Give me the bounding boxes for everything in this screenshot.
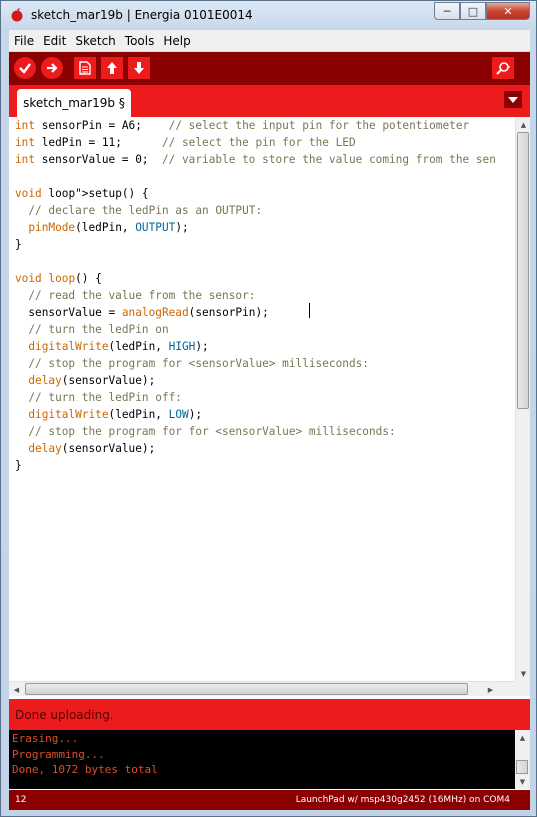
close-icon: ✕ <box>503 4 513 18</box>
scroll-corner <box>515 681 530 696</box>
minimize-icon: ─ <box>443 4 451 18</box>
minimize-button[interactable]: ─ <box>434 2 460 20</box>
board-info: LaunchPad w/ msp430g2452 (16MHz) on COM4 <box>295 795 510 805</box>
window-title: sketch_mar19b | Energia 0101E0014 <box>31 8 253 22</box>
vertical-scroll-thumb[interactable] <box>517 132 529 409</box>
code-editor[interactable]: int sensorPin = A6; // select the input … <box>9 117 515 681</box>
editor-vertical-scrollbar[interactable]: ▲ ▼ <box>515 117 530 681</box>
client-area: File Edit Sketch Tools Help sketch_mar19… <box>9 30 530 810</box>
console-text: Erasing... Programming... Done, 1072 byt… <box>12 732 158 776</box>
line-number: 12 <box>15 795 27 805</box>
menu-file[interactable]: File <box>10 34 38 48</box>
code-text[interactable]: int sensorPin = A6; // select the input … <box>15 117 496 474</box>
menu-bar: File Edit Sketch Tools Help <box>9 30 530 52</box>
window-controls: ─ □ ✕ <box>434 2 530 21</box>
text-caret <box>309 303 310 318</box>
editor-horizontal-scrollbar[interactable]: ◀ ▶ <box>9 681 515 696</box>
footer-bar: 12 LaunchPad w/ msp430g2452 (16MHz) on C… <box>9 790 530 810</box>
arrow-right-icon <box>47 63 58 73</box>
menu-edit[interactable]: Edit <box>39 34 70 48</box>
maximize-icon: □ <box>467 4 479 18</box>
tab-menu-button[interactable] <box>504 91 522 108</box>
application-window: sketch_mar19b | Energia 0101E0014 ─ □ ✕ … <box>0 0 537 817</box>
check-icon <box>19 63 31 74</box>
verify-button[interactable] <box>14 57 36 79</box>
tab-bar: sketch_mar19b § <box>9 85 530 117</box>
energia-logo-icon <box>11 8 23 22</box>
toolbar <box>9 52 530 85</box>
open-button[interactable] <box>101 57 123 79</box>
status-message: Done uploading. <box>15 707 114 722</box>
horizontal-scroll-thumb[interactable] <box>25 683 468 695</box>
console-scrollbar[interactable]: ▲ ▼ <box>515 730 530 789</box>
console-scroll-down-icon[interactable]: ▼ <box>515 774 530 789</box>
new-button[interactable] <box>74 57 96 79</box>
console-output[interactable]: Erasing... Programming... Done, 1072 byt… <box>9 730 515 789</box>
scroll-right-icon[interactable]: ▶ <box>483 682 498 697</box>
tab-label: sketch_mar19b § <box>23 96 125 110</box>
status-bar: Done uploading. <box>9 699 530 730</box>
scroll-up-icon[interactable]: ▲ <box>516 117 531 132</box>
save-button[interactable] <box>128 57 150 79</box>
console-scroll-thumb[interactable] <box>516 760 528 774</box>
arrow-down-icon <box>134 62 144 74</box>
menu-tools[interactable]: Tools <box>121 34 159 48</box>
scroll-down-icon[interactable]: ▼ <box>516 666 531 681</box>
triangle-down-icon <box>508 96 518 103</box>
title-bar: sketch_mar19b | Energia 0101E0014 ─ □ ✕ <box>1 1 536 30</box>
magnifier-icon <box>496 62 510 75</box>
new-file-icon <box>79 61 91 75</box>
upload-button[interactable] <box>41 57 63 79</box>
menu-sketch[interactable]: Sketch <box>71 34 119 48</box>
scroll-left-icon[interactable]: ◀ <box>9 682 24 697</box>
tab-sketch[interactable]: sketch_mar19b § <box>17 89 131 117</box>
serial-monitor-button[interactable] <box>492 57 514 79</box>
menu-help[interactable]: Help <box>159 34 194 48</box>
maximize-button[interactable]: □ <box>460 2 486 20</box>
close-button[interactable]: ✕ <box>486 2 530 20</box>
arrow-up-icon <box>107 62 117 74</box>
console-scroll-up-icon[interactable]: ▲ <box>515 730 530 745</box>
